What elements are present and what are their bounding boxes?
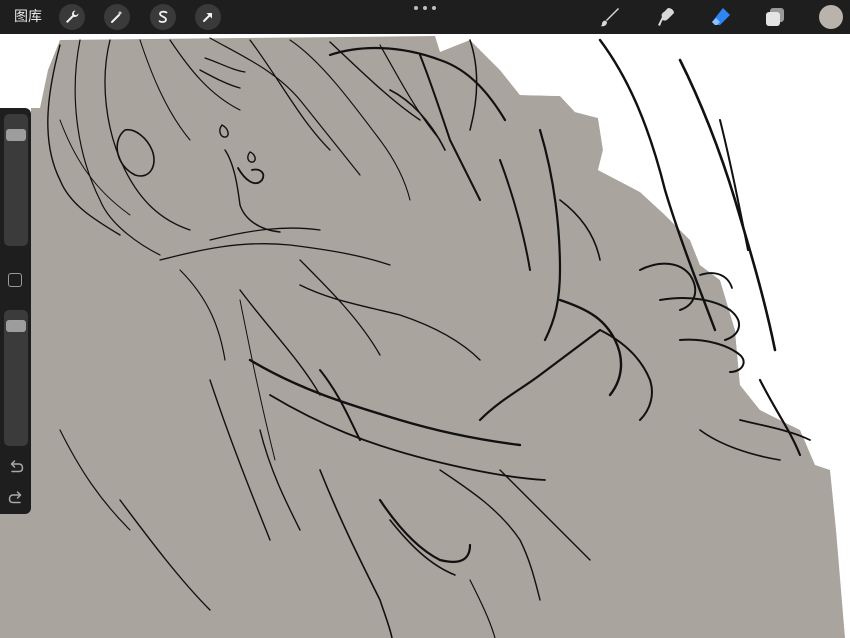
eraser-tool-button[interactable] bbox=[709, 5, 733, 29]
dot bbox=[432, 6, 436, 10]
opacity-thumb[interactable] bbox=[6, 319, 26, 332]
drawing-canvas[interactable] bbox=[0, 0, 850, 638]
brush-size-thumb[interactable] bbox=[6, 129, 26, 142]
left-sidebar bbox=[0, 108, 31, 514]
selection-s-icon bbox=[158, 10, 168, 23]
eraser-icon bbox=[712, 8, 730, 25]
brush-tool-button[interactable] bbox=[598, 5, 622, 29]
layers-button[interactable] bbox=[763, 5, 787, 29]
dot bbox=[414, 6, 418, 10]
adjustments-button[interactable] bbox=[104, 4, 130, 30]
modify-square-button[interactable] bbox=[8, 273, 22, 287]
wrench-icon bbox=[66, 10, 79, 23]
undo-button[interactable] bbox=[7, 458, 25, 476]
transform-button[interactable] bbox=[195, 4, 221, 30]
smudge-tool-button[interactable] bbox=[654, 5, 678, 29]
magic-wand-icon bbox=[111, 10, 123, 23]
layers-icon bbox=[766, 8, 784, 26]
selection-button[interactable] bbox=[150, 4, 176, 30]
transform-arrow-icon bbox=[203, 13, 212, 22]
actions-button[interactable] bbox=[59, 4, 85, 30]
brush-size-slider[interactable] bbox=[4, 114, 28, 246]
smudge-icon bbox=[658, 8, 674, 26]
opacity-slider[interactable] bbox=[4, 310, 28, 446]
gallery-button[interactable]: 图库 bbox=[14, 0, 42, 34]
top-toolbar: 图库 bbox=[0, 0, 850, 34]
undo-icon bbox=[10, 460, 24, 473]
more-options-button[interactable] bbox=[414, 2, 436, 14]
redo-button[interactable] bbox=[7, 489, 25, 507]
redo-icon bbox=[8, 491, 22, 504]
dot bbox=[423, 6, 427, 10]
brush-icon bbox=[600, 8, 619, 27]
color-swatch[interactable] bbox=[819, 5, 843, 29]
